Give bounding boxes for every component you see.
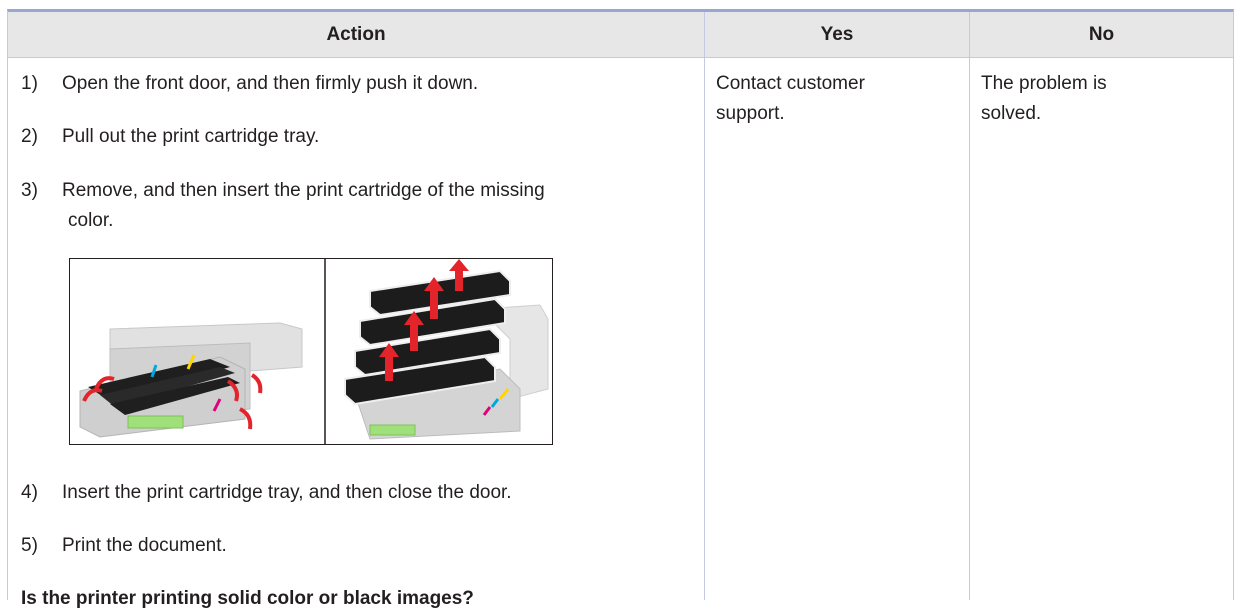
action-step-1: 1) Open the front door, and then firmly p… [21, 73, 479, 94]
cartridge-illustration-svg [79, 259, 549, 444]
table-header-row: Action Yes No [8, 12, 1233, 58]
header-action: Action [326, 24, 386, 45]
action-step-2: 2) Pull out the print cartridge tray. [21, 126, 320, 147]
action-step-4: 4) Insert the print cartridge tray, and t… [21, 482, 512, 503]
action-step-3: 3) Remove, and then insert the print cart… [21, 176, 545, 231]
action-step-3-continuation: color. [68, 210, 114, 231]
action-step-5: 5) Print the document. [21, 535, 227, 556]
header-no: No [1088, 24, 1115, 45]
cartridges-removed-illustration [344, 259, 549, 440]
header-yes: Yes [820, 24, 854, 45]
column-divider [704, 12, 705, 600]
cartridge-illustration [69, 258, 553, 445]
column-divider [969, 12, 970, 600]
no-cell-text: The problem is solved. [981, 73, 1107, 124]
action-question: Is the printer printing solid color or b… [21, 588, 474, 609]
printer-tray-illustration [79, 322, 303, 438]
yes-cell-text: Contact customer support. [716, 73, 865, 124]
troubleshooting-table: Action Yes No 1) Open the front door, and… [7, 9, 1234, 609]
